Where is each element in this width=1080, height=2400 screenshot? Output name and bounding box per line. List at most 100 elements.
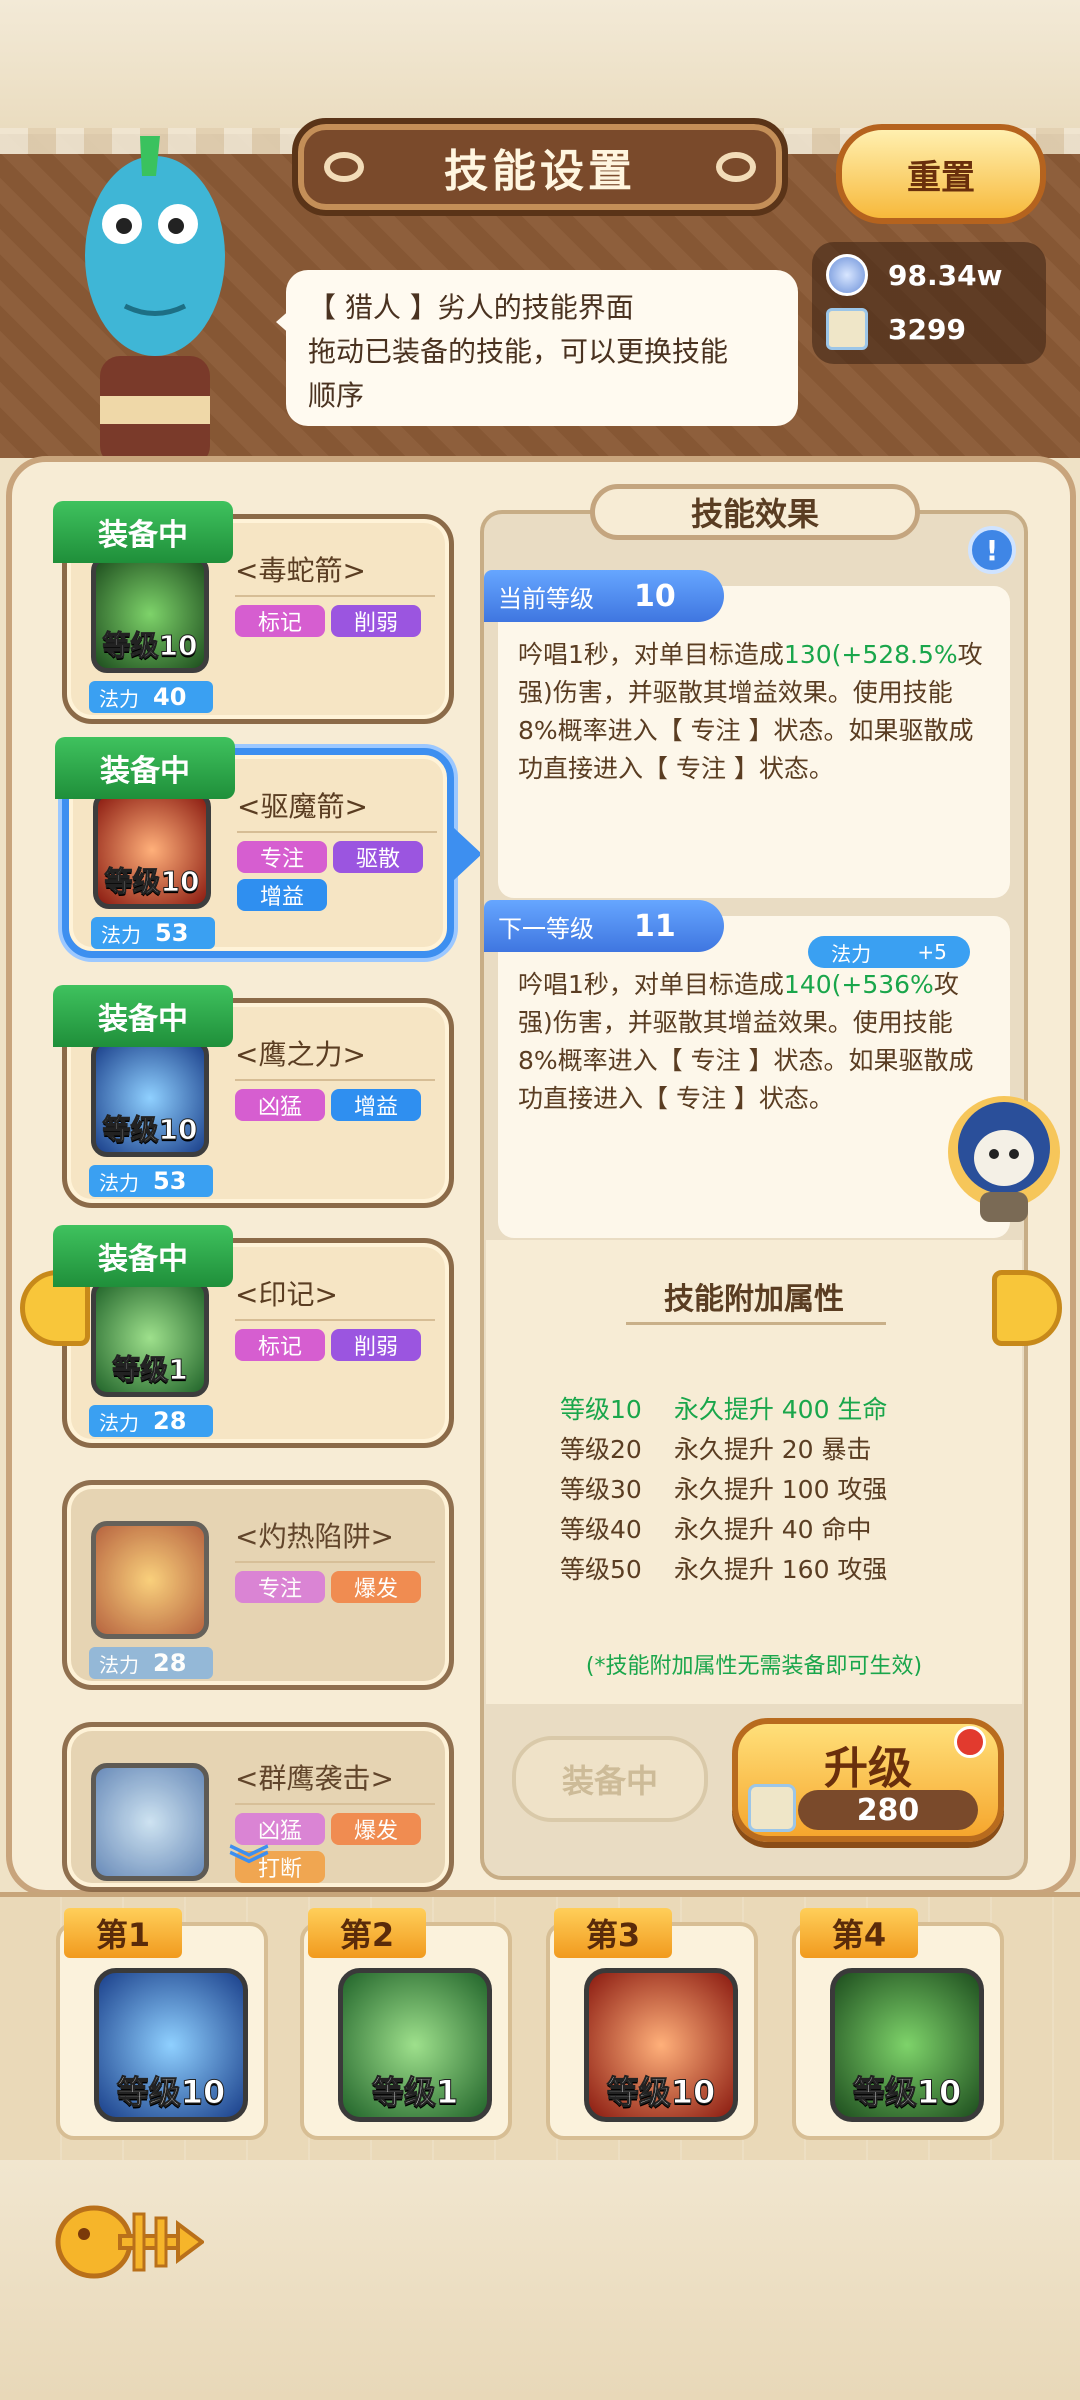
- exorcism-arrow-icon: 等级10: [584, 1968, 738, 2122]
- reset-button[interactable]: 重置: [836, 124, 1046, 224]
- skill-name: <灼热陷阱>: [235, 1515, 435, 1563]
- tag: 专注: [235, 1571, 325, 1603]
- coin-value: 98.34w: [888, 258, 1003, 292]
- mana-cost: 法力 53: [91, 917, 215, 949]
- hint-bubble: 【 猎人 】劣人的技能界面 拖动已装备的技能，可以更换技能 顺序: [276, 270, 798, 426]
- skill-card-mark[interactable]: 装备中 等级1 法力 28 <印记> 标记 削弱: [53, 1225, 454, 1448]
- fish-mascot-avatar: [85, 136, 225, 466]
- swirl-right-icon: [716, 152, 756, 182]
- upgrade-cost: 280: [798, 1790, 978, 1830]
- exorcism-arrow-icon: 等级10: [93, 791, 211, 909]
- tag: 标记: [235, 605, 325, 637]
- mana-cost: 法力 53: [89, 1165, 213, 1197]
- info-icon[interactable]: !: [968, 526, 1016, 574]
- equipped-button: 装备中: [512, 1736, 708, 1822]
- skill-card-eagle-power[interactable]: 装备中 等级10 法力 53 <鹰之力> 凶猛 增益: [53, 985, 454, 1208]
- fish-bone-icon[interactable]: [54, 2194, 204, 2290]
- coin-row: 98.34w: [826, 250, 1036, 300]
- eagle-strike-icon: [91, 1763, 209, 1881]
- skill-level: 等级1: [112, 1353, 188, 1387]
- poison-arrow-icon: 等级10: [830, 1968, 984, 2122]
- tag: 驱散: [333, 841, 423, 873]
- equipped-ribbon: 装备中: [53, 1225, 233, 1287]
- skill-tags: 凶猛 增益: [235, 1089, 445, 1121]
- tag: 削弱: [331, 605, 421, 637]
- scroll-icon: [826, 308, 868, 350]
- page-title: 技能设置: [444, 146, 636, 197]
- resource-panel: 98.34w 3299: [812, 242, 1046, 364]
- attribute-row: 等级50 永久提升 160 攻强: [560, 1555, 888, 1584]
- hint-line-3: 顺序: [308, 379, 365, 412]
- slot-label: 第1: [64, 1908, 182, 1958]
- scroll-down-chevron-icon[interactable]: ︾: [222, 1846, 276, 1886]
- slot-3[interactable]: 第3 等级10: [546, 1908, 758, 2140]
- skill-tags: 专注 爆发: [235, 1571, 445, 1603]
- hooded-character-avatar: [948, 1096, 1060, 1222]
- slot-1[interactable]: 第1 等级10: [56, 1908, 268, 2140]
- skill-level: 等级10: [104, 865, 200, 899]
- tag: 标记: [235, 1329, 325, 1361]
- tag: 凶猛: [235, 1089, 325, 1121]
- tag: 凶猛: [235, 1813, 325, 1845]
- attribute-note: (*技能附加属性无需装备即可生效): [585, 1654, 923, 1679]
- skill-level: 等级10: [102, 629, 198, 663]
- skill-name: <毒蛇箭>: [235, 549, 435, 597]
- eagle-power-icon: 等级10: [94, 1968, 248, 2122]
- selection-pointer-icon: [454, 828, 482, 880]
- mark-icon: 等级1: [91, 1279, 209, 1397]
- current-level-tab: 当前等级 10: [484, 570, 724, 622]
- tag: 增益: [237, 879, 327, 911]
- next-level-description: 吟唱1秒，对单目标造成140(+536%攻强)伤害，并驱散其增益效果。使用技能8…: [518, 970, 974, 1113]
- tag: 专注: [237, 841, 327, 873]
- coin-icon: [826, 254, 868, 296]
- slot-label: 第2: [308, 1908, 426, 1958]
- burning-trap-icon: [91, 1521, 209, 1639]
- attribute-title: 技能附加属性: [664, 1282, 844, 1317]
- skill-card-burning-trap[interactable]: 法力 28 <灼热陷阱> 专注 爆发: [62, 1480, 454, 1690]
- scroll-icon: [748, 1784, 796, 1832]
- attribute-row: 等级30 永久提升 100 攻强: [560, 1475, 888, 1504]
- next-level-tab: 下一等级 11: [484, 900, 724, 952]
- hint-line-2: 拖动已装备的技能，可以更换技能: [308, 335, 729, 368]
- scroll-value: 3299: [888, 312, 966, 346]
- skill-card-poison-arrow[interactable]: 装备中 等级10 法力 40 <毒蛇箭> 标记 削弱: [53, 501, 454, 724]
- attribute-divider: [626, 1322, 886, 1325]
- skill-tags: 标记 削弱: [235, 605, 445, 637]
- poison-arrow-icon: 等级10: [91, 555, 209, 673]
- effect-title: 技能效果: [590, 484, 920, 540]
- equipped-ribbon: 装备中: [53, 985, 233, 1047]
- eagle-power-icon: 等级10: [91, 1039, 209, 1157]
- next-level-box: 下一等级 11 法力 +5 吟唱1秒，对单目标造成140(+536%攻强)伤害，并驱…: [484, 900, 1010, 1238]
- slot-label: 第3: [554, 1908, 672, 1958]
- top-background: [0, 0, 1080, 130]
- tag: 爆发: [331, 1571, 421, 1603]
- mana-cost: 法力 40: [89, 681, 213, 713]
- skill-name: <印记>: [235, 1273, 435, 1321]
- slot-level: 等级10: [606, 2073, 716, 2112]
- equipped-ribbon: 装备中: [53, 501, 233, 563]
- skill-name: <群鹰袭击>: [235, 1757, 435, 1805]
- current-level-description: 吟唱1秒，对单目标造成130(+528.5%攻强)伤害，并驱散其增益效果。使用技…: [518, 640, 983, 783]
- attribute-row: 等级20 永久提升 20 暴击: [560, 1435, 872, 1464]
- tag: 增益: [331, 1089, 421, 1121]
- skill-card-exorcism-arrow[interactable]: 装备中 等级10 法力 53 <驱魔箭> 专注 驱散 增益: [55, 737, 454, 958]
- skill-tags: 标记 削弱: [235, 1329, 445, 1361]
- mana-cost: 法力 28: [89, 1647, 213, 1679]
- scroll-row: 3299: [826, 304, 1036, 354]
- skill-name: <鹰之力>: [235, 1033, 435, 1081]
- skill-name: <驱魔箭>: [237, 785, 437, 833]
- mark-icon: 等级1: [338, 1968, 492, 2122]
- tag: 削弱: [331, 1329, 421, 1361]
- mana-increase: 法力 +5: [808, 936, 970, 968]
- slot-label: 第4: [800, 1908, 918, 1958]
- attribute-row: 等级40 永久提升 40 命中: [560, 1515, 872, 1544]
- current-level-box: 当前等级 10 吟唱1秒，对单目标造成130(+528.5%攻强)伤害，并驱散其增…: [484, 570, 1010, 898]
- mana-cost: 法力 28: [89, 1405, 213, 1437]
- slot-2[interactable]: 第2 等级1: [300, 1908, 512, 2140]
- attribute-row: 等级10 永久提升 400 生命: [560, 1395, 888, 1424]
- slot-4[interactable]: 第4 等级10: [792, 1908, 1004, 2140]
- equipped-ribbon: 装备中: [55, 737, 235, 799]
- notification-dot: [954, 1726, 986, 1758]
- skill-tags: 专注 驱散 增益: [237, 841, 447, 911]
- attribute-box: 技能附加属性 等级10 永久提升 400 生命 等级20 永久提升 20 暴击 等级…: [486, 1240, 1022, 1704]
